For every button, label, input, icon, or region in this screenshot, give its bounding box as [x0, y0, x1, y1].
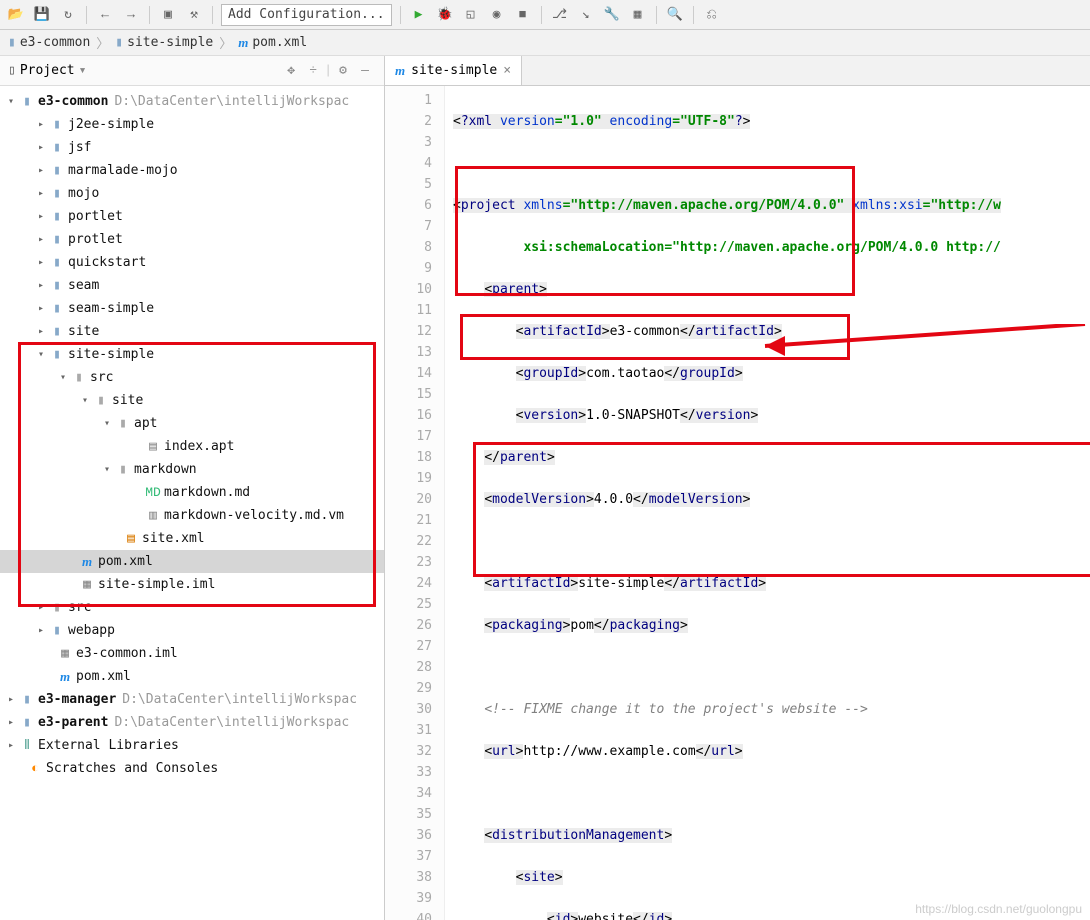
- stop-icon[interactable]: ■: [513, 5, 533, 25]
- main-toolbar: 📂 💾 ↻ ← → ▣ ⚒ Add Configuration... ▶ 🐞 ◱…: [0, 0, 1090, 30]
- search-icon[interactable]: 🔍: [665, 5, 685, 25]
- collapse-icon[interactable]: ÷: [302, 60, 324, 82]
- save-icon[interactable]: 💾: [32, 5, 52, 25]
- bc-sitesimple[interactable]: ▮site-simple: [115, 35, 213, 50]
- sidebar-title: Project: [20, 63, 75, 78]
- bc-pom[interactable]: m pom.xml: [238, 35, 307, 51]
- forward-icon[interactable]: →: [121, 5, 141, 25]
- open-icon[interactable]: 📂: [6, 5, 26, 25]
- coverage-icon[interactable]: ◱: [461, 5, 481, 25]
- sidebar-header: ▯Project ▾ ✥ ÷ | ⚙ —: [0, 56, 384, 86]
- annotation-arrow: [745, 324, 1090, 364]
- structure-icon[interactable]: ⎇: [550, 5, 570, 25]
- code-body[interactable]: <?xml version="1.0" encoding="UTF-8"?> <…: [445, 86, 1001, 920]
- run-config-combo[interactable]: Add Configuration...: [221, 4, 392, 26]
- refresh-icon[interactable]: ↻: [58, 5, 78, 25]
- locate-icon[interactable]: ✥: [280, 60, 302, 82]
- hammer-icon[interactable]: ⚒: [184, 5, 204, 25]
- project-tree[interactable]: ▾▮e3-commonD:\DataCenter\intellijWorkspa…: [0, 86, 384, 920]
- hide-icon[interactable]: —: [354, 60, 376, 82]
- profile-icon[interactable]: ◉: [487, 5, 507, 25]
- annotation-redbox-tree: [18, 342, 376, 607]
- debug-icon[interactable]: 🐞: [435, 5, 455, 25]
- bc-e3common[interactable]: ▮e3-common: [8, 35, 90, 50]
- editor-pane: msite-simple× 12345678910111213141516171…: [385, 56, 1090, 920]
- annotation-redbox-parent: [455, 166, 855, 296]
- watermark: https://blog.csdn.net/guolongpu: [915, 902, 1082, 916]
- editor-tabbar: msite-simple×: [385, 56, 1090, 86]
- tool2-icon[interactable]: ▦: [628, 5, 648, 25]
- gear-icon[interactable]: ⚙: [332, 60, 354, 82]
- close-icon[interactable]: ×: [503, 63, 511, 78]
- project-sidebar: ▯Project ▾ ✥ ÷ | ⚙ — ▾▮e3-commonD:\DataC…: [0, 56, 385, 920]
- editor-tab[interactable]: msite-simple×: [385, 56, 522, 85]
- breadcrumb: ▮e3-common 〉 ▮site-simple 〉 m pom.xml: [0, 30, 1090, 56]
- tool-icon[interactable]: 🔧: [602, 5, 622, 25]
- back-icon[interactable]: ←: [95, 5, 115, 25]
- run-icon[interactable]: ▶: [409, 5, 429, 25]
- vcs-icon[interactable]: ↘: [576, 5, 596, 25]
- line-gutter: 1234567891011121314151617181920212223242…: [385, 86, 445, 920]
- file-nav-icon[interactable]: ⎌: [702, 5, 722, 25]
- build-icon[interactable]: ▣: [158, 5, 178, 25]
- annotation-redbox-dist: [473, 442, 1090, 577]
